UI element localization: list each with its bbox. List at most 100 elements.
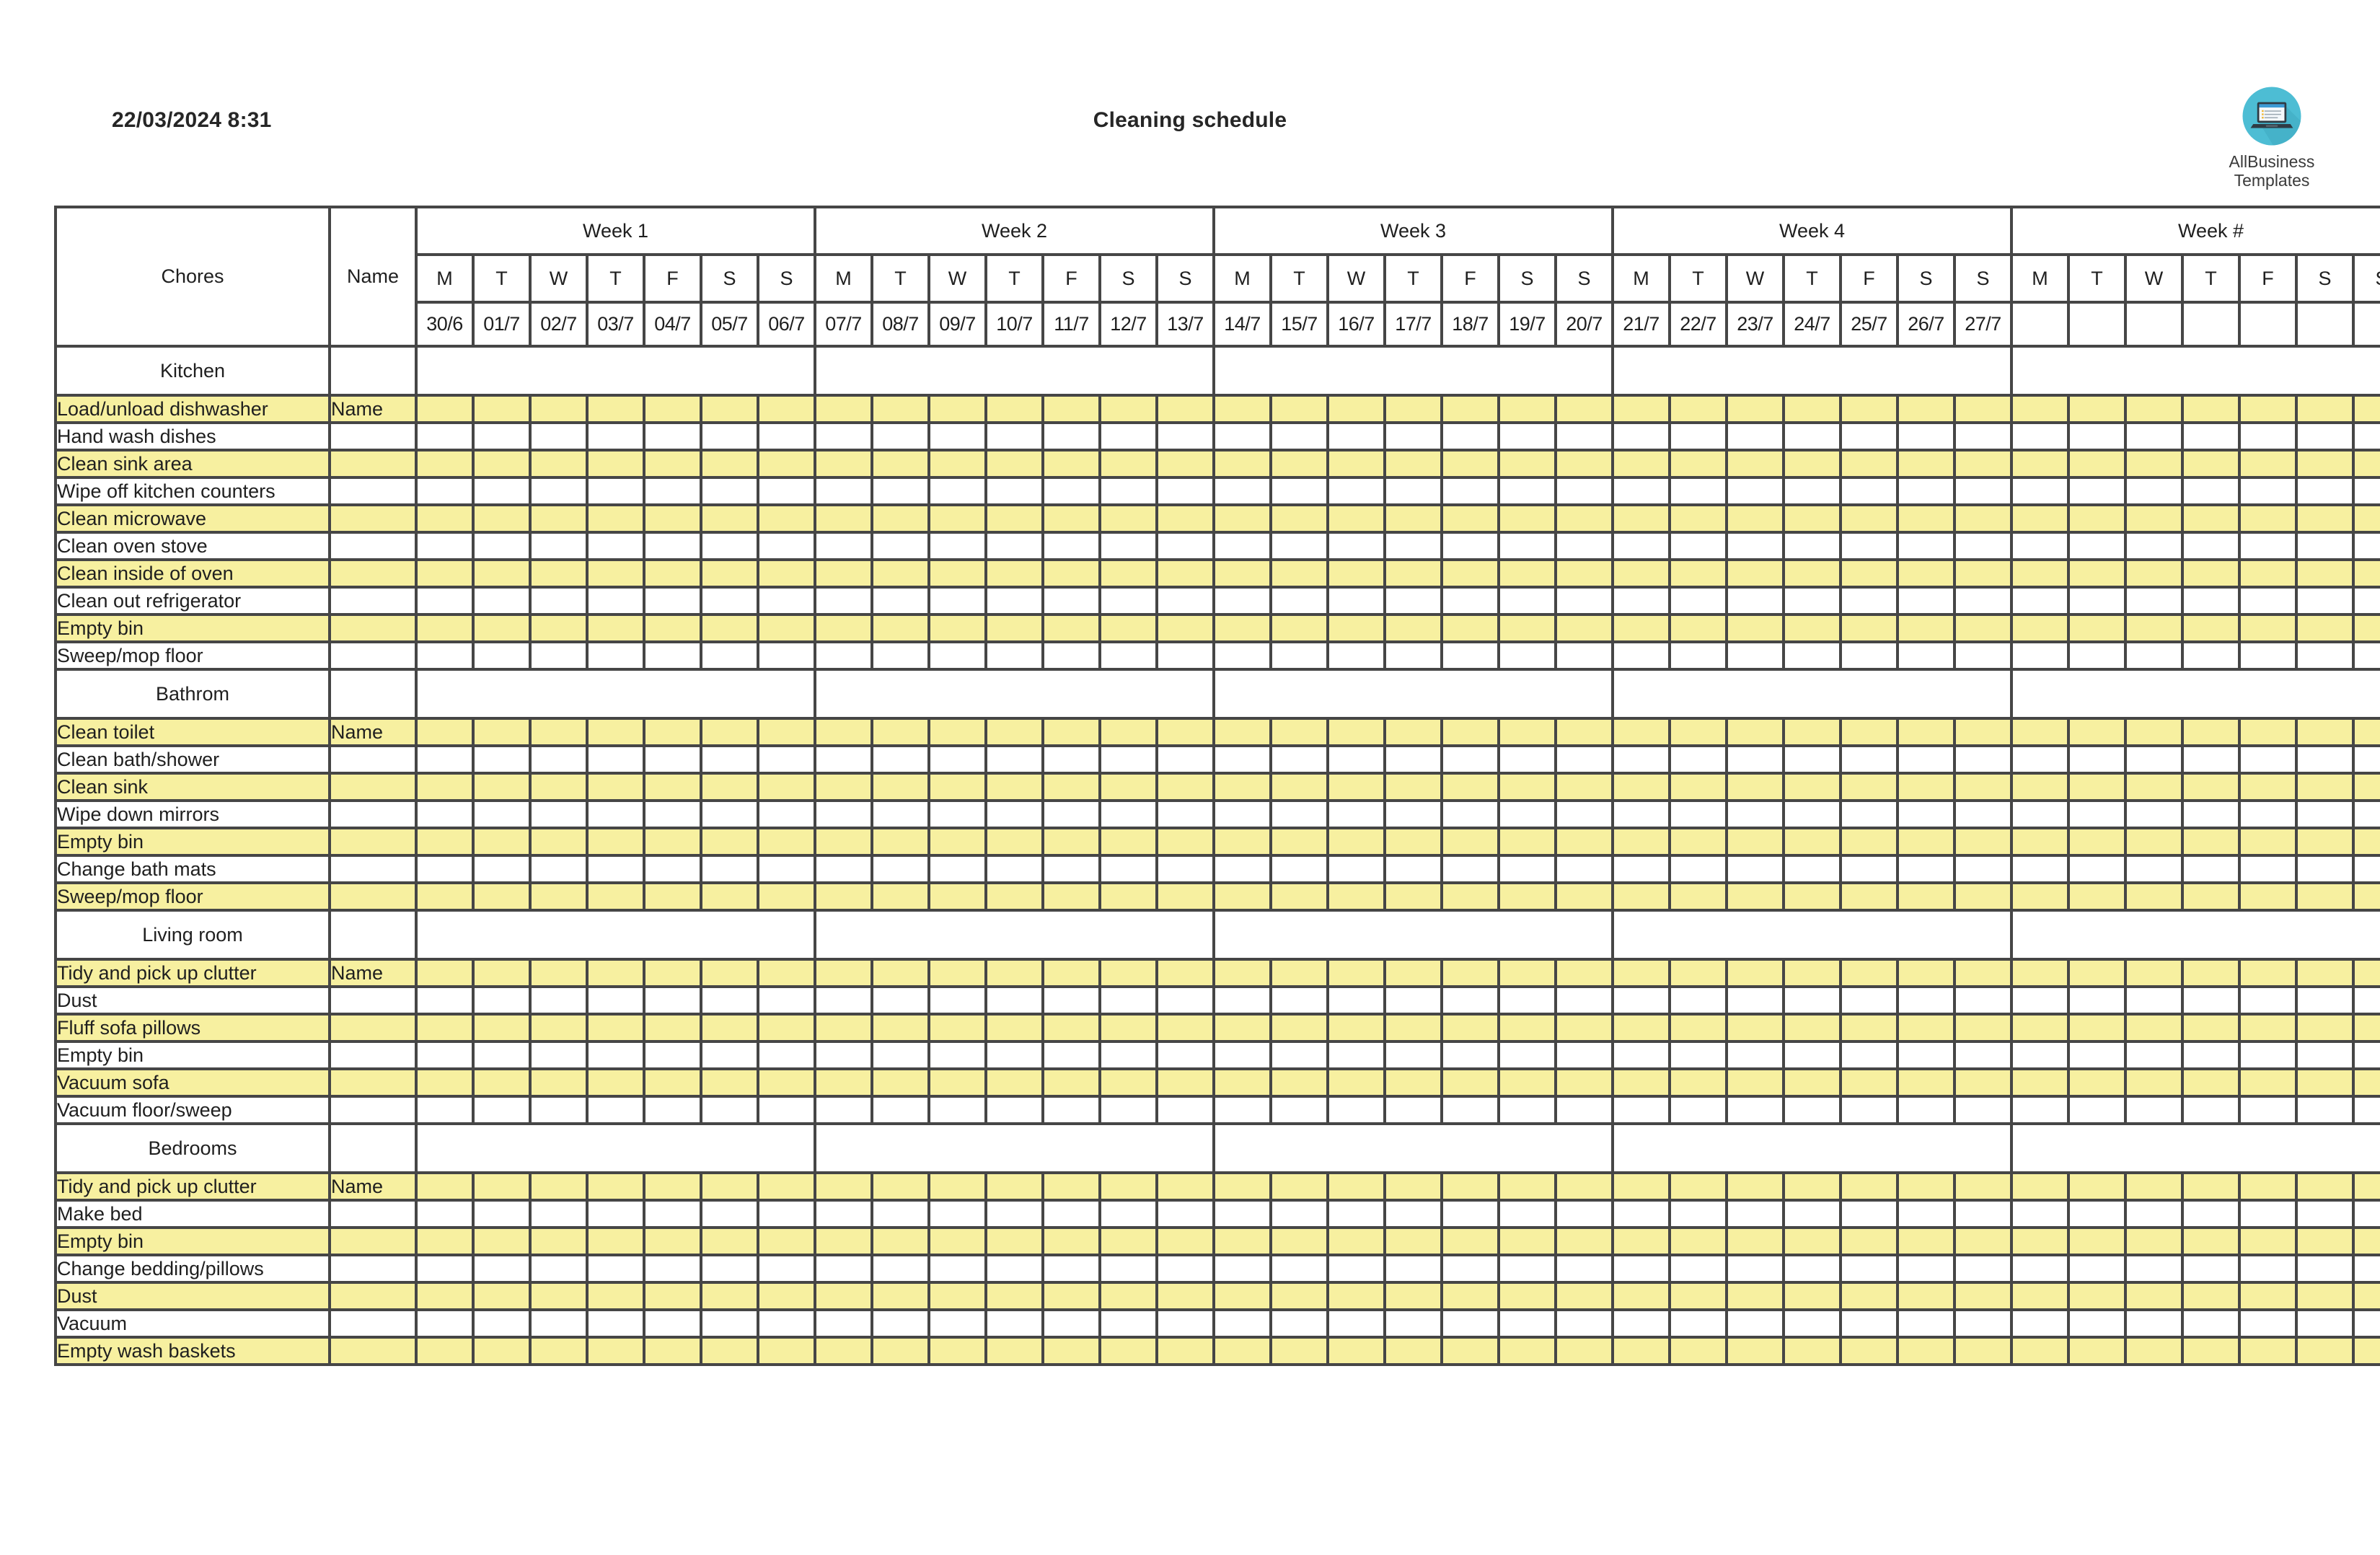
- check-cell[interactable]: [1041, 394, 1101, 424]
- check-cell[interactable]: [757, 394, 816, 424]
- check-cell[interactable]: [1554, 799, 1614, 829]
- check-cell[interactable]: [1326, 717, 1386, 747]
- check-cell[interactable]: [1098, 827, 1158, 857]
- check-cell[interactable]: [871, 531, 930, 561]
- check-cell[interactable]: [984, 827, 1044, 857]
- check-cell[interactable]: [1440, 640, 1500, 671]
- check-cell[interactable]: [529, 717, 589, 747]
- check-cell[interactable]: [1782, 558, 1842, 589]
- check-cell[interactable]: [984, 744, 1044, 775]
- check-cell[interactable]: [1725, 1254, 1785, 1284]
- check-cell[interactable]: [529, 1308, 589, 1339]
- check-cell[interactable]: [2352, 827, 2380, 857]
- check-cell[interactable]: [1383, 613, 1443, 643]
- check-cell[interactable]: [2181, 1281, 2241, 1311]
- check-cell[interactable]: [2295, 586, 2355, 616]
- check-cell[interactable]: [643, 1199, 702, 1229]
- check-cell[interactable]: [1725, 1095, 1785, 1125]
- check-cell[interactable]: [2067, 827, 2127, 857]
- check-cell[interactable]: [1269, 958, 1329, 988]
- check-cell[interactable]: [1098, 1013, 1158, 1043]
- check-cell[interactable]: [2295, 613, 2355, 643]
- check-cell[interactable]: [415, 985, 475, 1016]
- check-cell[interactable]: [529, 881, 589, 912]
- check-cell[interactable]: [1896, 558, 1956, 589]
- check-cell[interactable]: [2010, 1308, 2070, 1339]
- check-cell[interactable]: [1326, 503, 1386, 534]
- check-cell[interactable]: [1326, 1199, 1386, 1229]
- check-cell[interactable]: [2352, 717, 2380, 747]
- check-cell[interactable]: [1725, 1013, 1785, 1043]
- check-cell[interactable]: [2238, 1226, 2298, 1256]
- check-cell[interactable]: [700, 449, 759, 479]
- check-cell[interactable]: [1782, 1281, 1842, 1311]
- check-cell[interactable]: [529, 1281, 589, 1311]
- check-cell[interactable]: [472, 640, 532, 671]
- check-cell[interactable]: [1668, 1013, 1728, 1043]
- date-cell-w3-d2[interactable]: 15/7: [1269, 301, 1329, 348]
- date-cell-w2-d1[interactable]: 07/7: [814, 301, 873, 348]
- check-cell[interactable]: [2238, 1336, 2298, 1366]
- check-cell[interactable]: [700, 985, 759, 1016]
- check-cell[interactable]: [814, 613, 873, 643]
- check-cell[interactable]: [472, 531, 532, 561]
- check-cell[interactable]: [1554, 1254, 1614, 1284]
- check-cell[interactable]: [700, 1281, 759, 1311]
- check-cell[interactable]: [871, 1281, 930, 1311]
- check-cell[interactable]: [643, 421, 702, 451]
- check-cell[interactable]: [871, 1171, 930, 1202]
- check-cell[interactable]: [2067, 1254, 2127, 1284]
- check-cell[interactable]: [984, 476, 1044, 506]
- check-cell[interactable]: [1497, 854, 1557, 884]
- check-cell[interactable]: [1098, 717, 1158, 747]
- check-cell[interactable]: [1041, 503, 1101, 534]
- assignee-name-input[interactable]: Name: [328, 394, 418, 424]
- check-cell[interactable]: [1098, 772, 1158, 802]
- check-cell[interactable]: [2124, 503, 2184, 534]
- check-cell[interactable]: [586, 1254, 645, 1284]
- date-cell-w4-d3[interactable]: 23/7: [1725, 301, 1785, 348]
- check-cell[interactable]: [1725, 1336, 1785, 1366]
- check-cell[interactable]: [1953, 1067, 2013, 1098]
- check-cell[interactable]: [2295, 394, 2355, 424]
- check-cell[interactable]: [1725, 558, 1785, 589]
- check-cell[interactable]: [1725, 1281, 1785, 1311]
- check-cell[interactable]: [1497, 1067, 1557, 1098]
- check-cell[interactable]: [1269, 772, 1329, 802]
- check-cell[interactable]: [1782, 799, 1842, 829]
- check-cell[interactable]: [1326, 827, 1386, 857]
- check-cell[interactable]: [2010, 531, 2070, 561]
- check-cell[interactable]: [814, 531, 873, 561]
- check-cell[interactable]: [1440, 985, 1500, 1016]
- check-cell[interactable]: [1953, 613, 2013, 643]
- check-cell[interactable]: [643, 1171, 702, 1202]
- check-cell[interactable]: [1668, 503, 1728, 534]
- assignee-name-input[interactable]: [328, 1199, 418, 1229]
- check-cell[interactable]: [529, 394, 589, 424]
- check-cell[interactable]: [871, 449, 930, 479]
- check-cell[interactable]: [1611, 531, 1671, 561]
- check-cell[interactable]: [2238, 854, 2298, 884]
- check-cell[interactable]: [2238, 1067, 2298, 1098]
- check-cell[interactable]: [1497, 531, 1557, 561]
- check-cell[interactable]: [2295, 1199, 2355, 1229]
- check-cell[interactable]: [871, 1254, 930, 1284]
- assignee-name-input[interactable]: [328, 1067, 418, 1098]
- check-cell[interactable]: [871, 985, 930, 1016]
- check-cell[interactable]: [1098, 958, 1158, 988]
- check-cell[interactable]: [2295, 1336, 2355, 1366]
- check-cell[interactable]: [2352, 958, 2380, 988]
- check-cell[interactable]: [927, 449, 987, 479]
- check-cell[interactable]: [1383, 531, 1443, 561]
- check-cell[interactable]: [1212, 772, 1272, 802]
- check-cell[interactable]: [1953, 717, 2013, 747]
- check-cell[interactable]: [1326, 744, 1386, 775]
- check-cell[interactable]: [2352, 772, 2380, 802]
- check-cell[interactable]: [415, 1281, 475, 1311]
- check-cell[interactable]: [1440, 1226, 1500, 1256]
- check-cell[interactable]: [1953, 1013, 2013, 1043]
- check-cell[interactable]: [1554, 744, 1614, 775]
- check-cell[interactable]: [1953, 531, 2013, 561]
- check-cell[interactable]: [814, 985, 873, 1016]
- check-cell[interactable]: [1839, 717, 1899, 747]
